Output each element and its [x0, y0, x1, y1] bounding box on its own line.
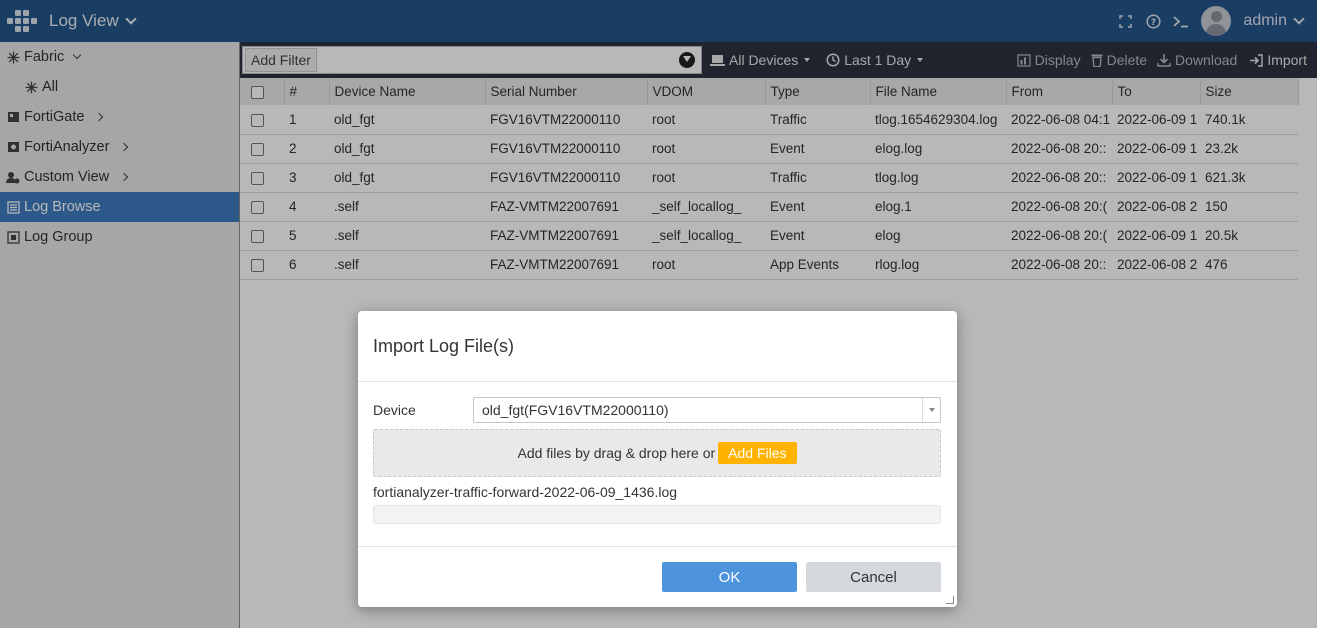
dropdown-arrow-icon	[922, 398, 940, 422]
device-label: Device	[373, 402, 416, 418]
drop-zone-text: Add files by drag & drop here or	[517, 445, 716, 461]
selected-file-name: fortianalyzer-traffic-forward-2022-06-09…	[373, 484, 678, 500]
dialog-footer: OK Cancel	[358, 546, 957, 607]
device-select[interactable]: old_fgt(FGV16VTM22000110)	[473, 397, 941, 423]
device-select-value: old_fgt(FGV16VTM22000110)	[482, 402, 669, 418]
cancel-button[interactable]: Cancel	[806, 562, 941, 592]
resize-handle-icon[interactable]	[946, 596, 954, 604]
add-files-button[interactable]: Add Files	[718, 442, 797, 464]
file-drop-zone[interactable]: Add files by drag & drop here or Add Fil…	[373, 429, 941, 477]
dialog-title: Import Log File(s)	[358, 311, 957, 382]
import-log-dialog: Import Log File(s) Device old_fgt(FGV16V…	[358, 311, 957, 607]
device-field-row: Device old_fgt(FGV16VTM22000110)	[373, 397, 941, 423]
ok-button[interactable]: OK	[662, 562, 797, 592]
upload-progress-bar	[373, 505, 941, 524]
